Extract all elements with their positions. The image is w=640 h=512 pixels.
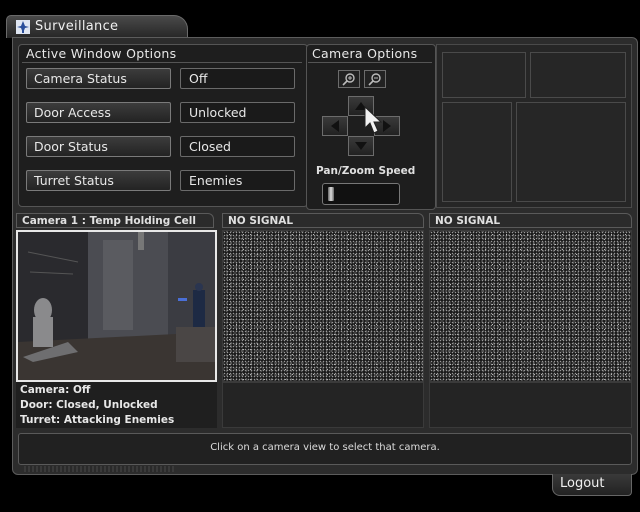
arrow-down-icon [355, 142, 367, 150]
zoom-out-icon [368, 73, 381, 86]
windmill-logo-icon [16, 19, 30, 34]
door-status-button[interactable]: Door Status [26, 136, 171, 157]
decorative-block [530, 52, 626, 98]
door-access-button[interactable]: Door Access [26, 102, 171, 123]
camera-options-title: Camera Options [312, 46, 418, 61]
camera-2-header: NO SIGNAL [222, 213, 424, 228]
decorative-block [442, 102, 512, 202]
divider [308, 62, 432, 63]
pan-left-button[interactable] [322, 116, 348, 136]
camera-feed-image [18, 232, 215, 380]
decorative-block [442, 52, 526, 98]
divider [22, 62, 302, 63]
camera-3-info-panel [429, 382, 632, 428]
camera-3-header: NO SIGNAL [429, 213, 632, 228]
zoom-in-icon [342, 73, 355, 86]
camera-status-value: Off [180, 68, 295, 89]
status-message: Click on a camera view to select that ca… [210, 442, 440, 453]
camera-3-view[interactable] [429, 230, 632, 382]
camera-info-door-line: Door: Closed, Unlocked [20, 399, 158, 411]
turret-status-button[interactable]: Turret Status [26, 170, 171, 191]
camera-2-info-panel [222, 382, 424, 428]
pan-zoom-speed-label: Pan/Zoom Speed [316, 165, 416, 177]
camera-2-view[interactable] [222, 230, 424, 382]
camera-info-camera-line: Camera: Off [20, 384, 91, 396]
camera-1-view[interactable] [16, 230, 217, 382]
decorative-block [516, 102, 626, 202]
mouse-cursor-icon [364, 105, 386, 140]
arrow-left-icon [331, 120, 339, 132]
pan-zoom-speed-slider[interactable] [322, 183, 400, 205]
zoom-out-button[interactable] [364, 70, 386, 88]
window-title: Surveillance [35, 19, 119, 34]
camera-info-turret-line: Turret: Attacking Enemies [20, 414, 175, 426]
camera-status-button[interactable]: Camera Status [26, 68, 171, 89]
logout-button[interactable]: Logout [552, 474, 632, 496]
slider-handle[interactable] [328, 187, 334, 201]
camera-1-header: Camera 1 : Temp Holding Cell [16, 213, 214, 228]
active-window-options-title: Active Window Options [26, 46, 177, 61]
turret-status-value: Enemies [180, 170, 295, 191]
decorative-strip [24, 466, 174, 472]
door-status-value: Closed [180, 136, 295, 157]
door-access-value: Unlocked [180, 102, 295, 123]
zoom-in-button[interactable] [338, 70, 360, 88]
